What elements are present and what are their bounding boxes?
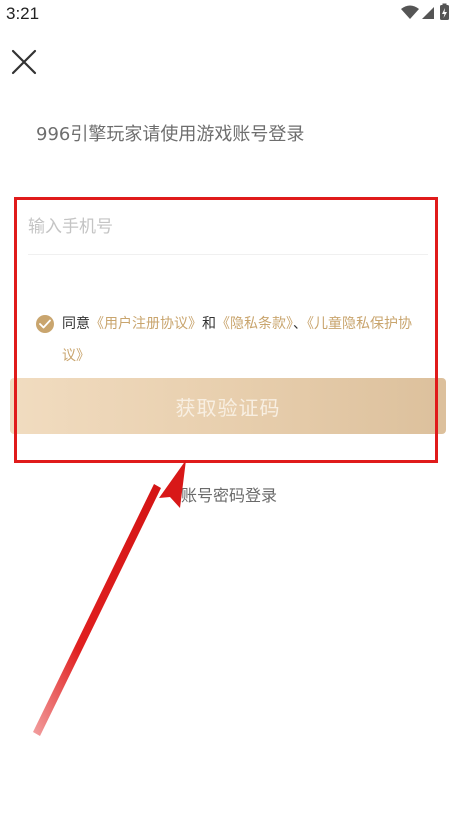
battery-icon — [440, 3, 449, 20]
status-icons — [401, 3, 449, 20]
status-bar: 3:21 — [0, 0, 458, 28]
login-screen: 3:21 996引擎玩家请使用游戏账号登录 同意《用户注册协议》和《隐私条款》、… — [0, 0, 458, 820]
wifi-icon — [401, 5, 419, 19]
agreement-and: 和 — [202, 316, 216, 332]
user-agreement-link[interactable]: 《用户注册协议》 — [90, 316, 202, 332]
agreement-checkbox[interactable] — [36, 315, 54, 333]
close-button[interactable] — [10, 48, 38, 76]
password-login-link[interactable]: 账号密码登录 — [0, 482, 458, 506]
agreement-prefix: 同意 — [62, 316, 90, 332]
arrow-shaft — [33, 484, 161, 736]
agreement-text: 同意《用户注册协议》和《隐私条款》、《儿童隐私保护协议》 — [62, 308, 432, 372]
page-title: 996引擎玩家请使用游戏账号登录 — [36, 124, 305, 145]
checkmark-icon — [39, 319, 51, 329]
phone-input[interactable] — [28, 210, 428, 244]
agreement-separator: 、 — [293, 316, 307, 332]
input-divider — [28, 254, 428, 255]
signal-icon — [422, 7, 434, 19]
get-code-button[interactable]: 获取验证码 — [10, 378, 446, 434]
status-time: 3:21 — [6, 4, 40, 23]
close-icon — [11, 49, 37, 75]
privacy-policy-link[interactable]: 《隐私条款》 — [216, 316, 293, 332]
